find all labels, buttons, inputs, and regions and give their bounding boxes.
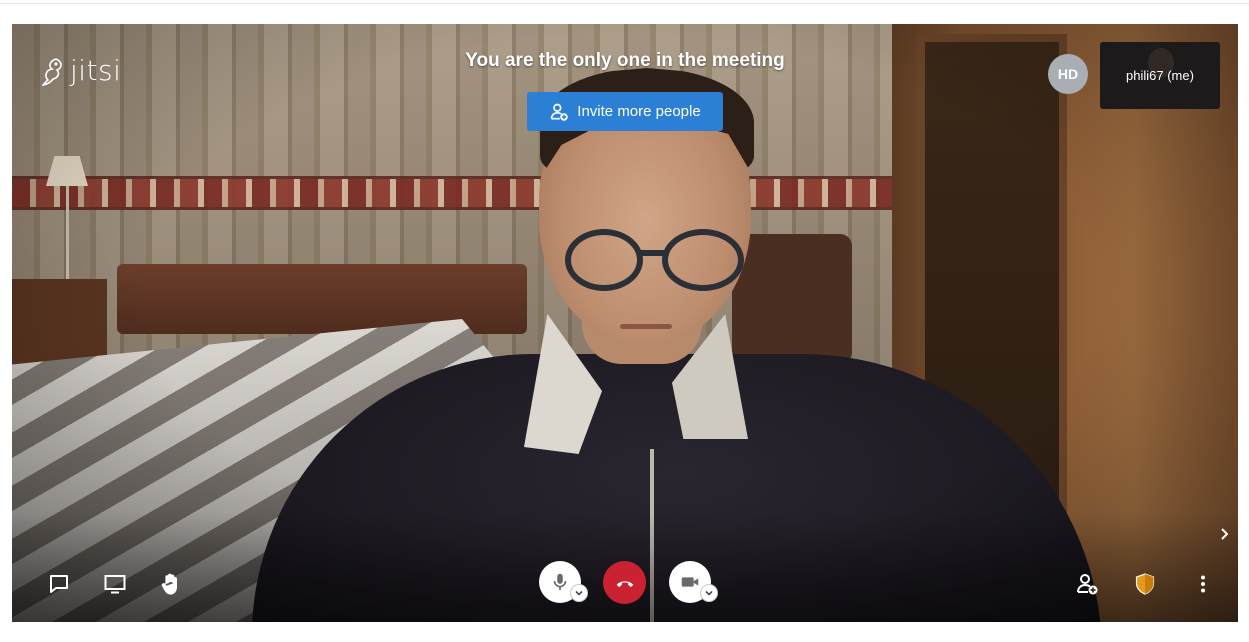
- raise-hand-button[interactable]: [154, 567, 188, 601]
- add-person-icon: [550, 103, 569, 121]
- chat-button[interactable]: [42, 567, 76, 601]
- chat-icon: [50, 575, 68, 593]
- invite-more-people-button[interactable]: Invite more people: [527, 92, 723, 131]
- local-video-thumbnail[interactable]: phili67 (me): [1100, 42, 1220, 109]
- invite-participants-button[interactable]: [1070, 567, 1104, 601]
- more-options-icon: [1201, 575, 1205, 593]
- raise-hand-icon: [161, 573, 177, 595]
- invite-person-icon: [1077, 574, 1098, 595]
- chevron-down-icon: [575, 590, 583, 596]
- local-participant-name: phili67 (me): [1126, 68, 1194, 83]
- more-options-button[interactable]: [1186, 567, 1220, 601]
- security-shield-icon: [1135, 573, 1155, 595]
- camera-options-button[interactable]: [700, 584, 718, 602]
- camera-icon: [681, 577, 699, 587]
- screenshare-icon: [104, 575, 126, 594]
- video-stage: jitsi You are the only one in the meetin…: [12, 24, 1238, 622]
- chevron-down-icon: [705, 590, 713, 596]
- chevron-right-icon[interactable]: [1218, 524, 1232, 544]
- participant-avatar[interactable]: HD: [1048, 54, 1088, 94]
- page-top-divider: [0, 3, 1249, 4]
- microphone-options-button[interactable]: [570, 584, 588, 602]
- hangup-icon: [616, 580, 633, 587]
- security-options-button[interactable]: [1128, 567, 1162, 601]
- hangup-button[interactable]: [603, 561, 646, 604]
- toolbar-left: [42, 567, 188, 601]
- screenshare-button[interactable]: [98, 567, 132, 601]
- toolbar-right: [1070, 567, 1220, 601]
- invite-more-people-label: Invite more people: [577, 103, 701, 120]
- microphone-icon: [553, 573, 567, 591]
